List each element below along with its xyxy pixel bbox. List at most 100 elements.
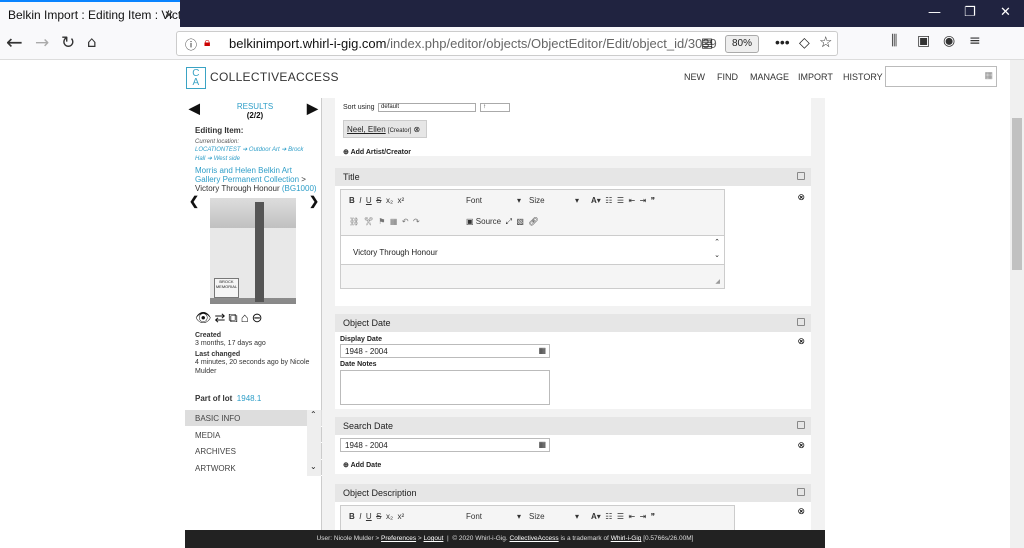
bookmark-star-icon[interactable]: ☆: [819, 33, 832, 51]
format-toolbar-2[interactable]: A▾ ☷ ☰ ⇤ ⇥ ❞: [591, 196, 655, 205]
title-text-area[interactable]: Victory Through Honour ⌃ ⌄: [341, 235, 724, 265]
item-title: Victory Through Honour: [195, 184, 280, 193]
location-path[interactable]: LOCATIONTEST ➔ Outdoor Art ➔ Brock Hall …: [195, 146, 305, 164]
add-date-button[interactable]: ⊕ Add Date: [343, 461, 381, 469]
duplicate-icon[interactable]: ⧉: [228, 310, 240, 325]
tab-title: Belkin Import : Editing Item : Victory: [8, 8, 180, 22]
forward-icon[interactable]: →: [35, 33, 49, 53]
menu-scrollbar[interactable]: ⌃ ⌄: [307, 410, 321, 476]
info-icon[interactable]: ⓘ: [185, 36, 197, 53]
resize-handle-icon[interactable]: ◢: [715, 278, 720, 285]
field-info-icon[interactable]: [797, 421, 805, 429]
pocket-icon[interactable]: ◇: [799, 34, 810, 51]
app-footer: User: Nicole Mulder > Preferences > Logo…: [185, 530, 825, 548]
artist-name[interactable]: Neel, Ellen: [347, 125, 386, 134]
zoom-level[interactable]: 80%: [725, 35, 759, 53]
creator-card: Sort using default ↑ Neel, Ellen [Creato…: [335, 98, 811, 156]
sort-direction-select[interactable]: ↑: [480, 103, 510, 112]
reload-icon[interactable]: ↻: [61, 33, 75, 53]
preferences-link[interactable]: Preferences: [381, 535, 416, 542]
menu-media[interactable]: MEDIA: [185, 427, 322, 443]
view-icon[interactable]: 👁︎: [195, 310, 215, 325]
url-text[interactable]: belkinimport.whirl-i-gig.com/index.php/e…: [229, 36, 717, 51]
collection-link[interactable]: Morris and Helen Belkin Art Gallery Perm…: [195, 166, 299, 184]
wig-link[interactable]: Whirl-i-Gig: [611, 535, 642, 542]
field-info-icon[interactable]: [797, 318, 805, 326]
desc-size-select[interactable]: Size ▾: [529, 512, 579, 521]
scroll-down-icon[interactable]: ⌄: [310, 462, 317, 471]
reader-view-icon[interactable]: ▤: [701, 35, 713, 51]
calendar-icon[interactable]: ▦: [538, 346, 546, 355]
field-info-icon[interactable]: [797, 172, 805, 180]
nav-history[interactable]: HISTORY: [843, 72, 883, 82]
account-icon[interactable]: ◉: [943, 33, 955, 49]
home-icon[interactable]: ⌂: [87, 33, 97, 51]
lot-link[interactable]: 1948.1: [237, 394, 261, 403]
browser-navbar: ← → ↻ ⌂ ⓘ 🔒︎ belkinimport.whirl-i-gig.co…: [0, 27, 1024, 60]
format-toolbar-3[interactable]: ⛓ ✂ ⚑ ▦ ↶ ↷: [349, 217, 424, 226]
prev-result-icon[interactable]: ◀: [189, 100, 200, 117]
search-date-field[interactable]: 1948 - 2004 ▦: [340, 438, 550, 452]
results-link[interactable]: RESULTS: [215, 102, 295, 111]
text-scroll-down-icon[interactable]: ⌄: [714, 251, 720, 259]
close-tab-icon[interactable]: ✕: [164, 8, 174, 22]
size-select[interactable]: Size ▾: [529, 196, 579, 205]
home-location-icon[interactable]: ⌂: [241, 310, 252, 325]
desc-font-select[interactable]: Font ▾: [466, 512, 521, 521]
library-icon[interactable]: ⫼: [891, 33, 897, 49]
date-notes-field[interactable]: [340, 370, 550, 405]
browser-tab[interactable]: Belkin Import : Editing Item : Victory ✕: [0, 0, 180, 27]
remove-artist-icon[interactable]: ⊗: [414, 125, 421, 134]
field-info-icon[interactable]: [797, 488, 805, 496]
title-text[interactable]: Victory Through Honour: [353, 248, 438, 257]
source-button[interactable]: ▣ Source ⤢ ▧ 🔗︎: [466, 217, 539, 227]
sidebar-toggle-icon[interactable]: ▣: [917, 33, 930, 49]
logout-link[interactable]: Logout: [424, 535, 444, 542]
search-options-icon[interactable]: ▦: [984, 70, 993, 81]
font-select[interactable]: Font ▾: [466, 196, 521, 205]
window-close-icon[interactable]: ✕: [1000, 5, 1011, 20]
insecure-lock-icon[interactable]: 🔒︎: [204, 35, 210, 50]
desc-format-toolbar-2[interactable]: A▾ ☷ ☰ ⇤ ⇥ ❞: [591, 512, 655, 521]
display-date-field[interactable]: 1948 - 2004 ▦: [340, 344, 550, 358]
url-bar[interactable]: ⓘ 🔒︎ belkinimport.whirl-i-gig.com/index.…: [176, 31, 838, 56]
remove-search-date-icon[interactable]: ⊗: [797, 440, 805, 451]
next-result-icon[interactable]: ▶: [307, 100, 318, 117]
artist-chip[interactable]: Neel, Ellen [Creator] ⊗: [343, 120, 427, 138]
remove-title-icon[interactable]: ⊗: [797, 192, 805, 203]
nav-import[interactable]: IMPORT: [798, 72, 833, 82]
desc-format-toolbar-1[interactable]: B I U S x₂ x²: [349, 512, 404, 521]
minimize-icon[interactable]: —: [928, 5, 941, 20]
nav-find[interactable]: FIND: [717, 72, 738, 82]
back-icon[interactable]: ←: [6, 30, 23, 54]
sort-select[interactable]: default: [378, 103, 476, 112]
object-photo[interactable]: BROCK MEMORIAL: [210, 198, 296, 304]
format-toolbar-1[interactable]: B I U S x₂ x²: [349, 196, 404, 205]
scroll-up-icon[interactable]: ⌃: [310, 410, 317, 419]
menu-icon[interactable]: ≡: [969, 33, 981, 49]
nav-new[interactable]: NEW: [684, 72, 705, 82]
next-image-icon[interactable]: ❯: [309, 194, 319, 208]
menu-archives[interactable]: ARCHIVES: [185, 443, 322, 460]
repeat-icon[interactable]: ⇄: [215, 310, 229, 325]
remove-icon[interactable]: ⊖: [252, 310, 266, 325]
remove-date-icon[interactable]: ⊗: [797, 336, 805, 347]
prev-image-icon[interactable]: ❮: [189, 194, 199, 208]
photo-sign: BROCK MEMORIAL: [214, 278, 239, 298]
remove-description-icon[interactable]: ⊗: [797, 506, 805, 517]
more-actions-icon[interactable]: •••: [775, 34, 790, 50]
title-card: Title ⊗ B I U S x₂ x² Font ▾ Size ▾ A▾ ☷ ☰…: [335, 168, 811, 306]
menu-artwork[interactable]: ARTWORK: [185, 460, 322, 476]
restore-icon[interactable]: ❐: [964, 5, 976, 20]
ca-link[interactable]: CollectiveAccess: [510, 535, 559, 542]
page-scrollbar[interactable]: [1010, 60, 1024, 548]
menu-basic-info[interactable]: BASIC INFO: [185, 410, 322, 427]
text-scroll-up-icon[interactable]: ⌃: [714, 238, 720, 246]
collectiveaccess-logo[interactable]: C A COLLECTIVEACCESS: [186, 67, 339, 89]
nav-manage[interactable]: MANAGE: [750, 72, 789, 82]
page-scroll-thumb[interactable]: [1012, 118, 1022, 270]
quick-search-input[interactable]: ▦: [885, 66, 997, 87]
calendar-icon[interactable]: ▦: [538, 440, 546, 449]
web-page: C A COLLECTIVEACCESS NEW FIND MANAGE IMPOR…: [0, 60, 1010, 548]
add-artist-button[interactable]: ⊕ Add Artist/Creator: [343, 148, 411, 156]
